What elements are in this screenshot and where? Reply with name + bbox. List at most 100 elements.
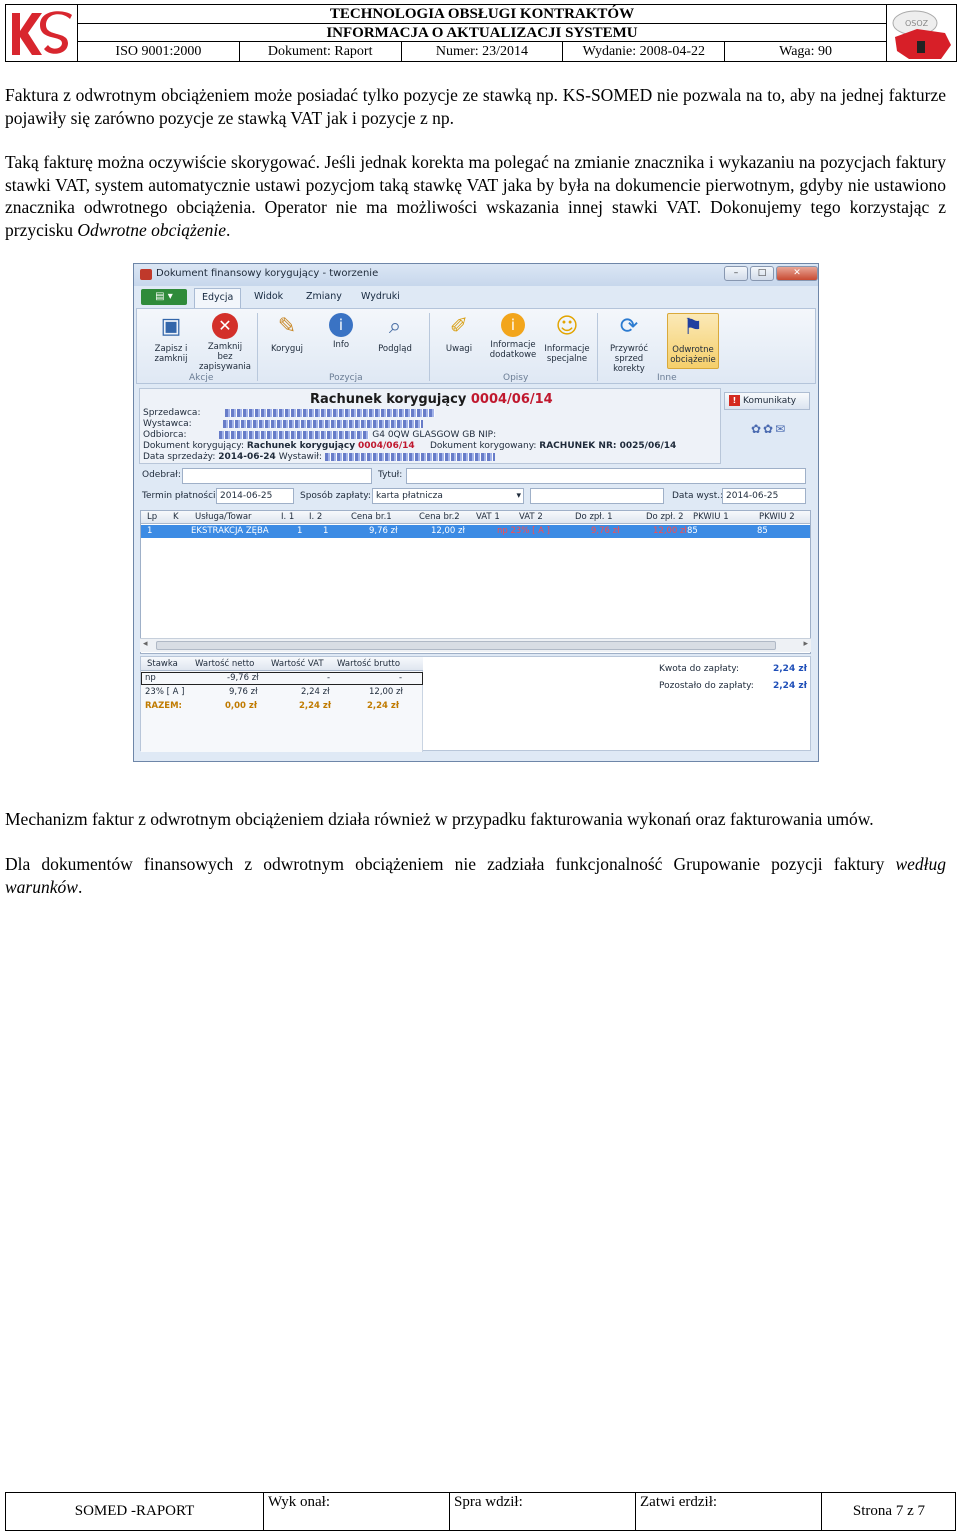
col-lp[interactable]: Lp <box>147 511 157 524</box>
col-service[interactable]: Usługa/Towar <box>195 511 252 524</box>
close-without-save-label: Zamknij bez zapisywania <box>199 342 252 372</box>
cell-pay1: 9,76 zł <box>591 526 620 536</box>
close-without-save-button[interactable]: ✕ Zamknij bez zapisywania <box>199 313 252 372</box>
amount-due-value: 2,24 zł <box>773 664 807 674</box>
cell-price1: 9,76 zł <box>369 526 398 536</box>
corrective-doc-row: Dokument korygujący: Rachunek korygujący… <box>143 441 415 451</box>
paragraph-3: Mechanizm faktur z odwrotnym obciążeniem… <box>5 809 874 829</box>
notes-button[interactable]: ✐ Uwagi <box>433 313 485 369</box>
col-vat1[interactable]: VAT 1 <box>476 511 500 524</box>
close-icon[interactable]: ✕ <box>776 266 818 281</box>
save-icon: ▣ <box>160 314 182 339</box>
header-waga: Waga: 90 <box>779 44 833 59</box>
vat-sum-gross: 2,24 zł <box>367 701 400 711</box>
payment-extra-input[interactable] <box>530 488 664 504</box>
sale-date-value: 2014-06-24 <box>218 452 276 462</box>
issue-date-input[interactable]: 2014-06-25 <box>722 488 806 504</box>
invoice-window-screenshot: Dokument finansowy korygujący - tworzeni… <box>133 263 819 762</box>
toolbar-mini-icons[interactable]: ✿✿✉ <box>751 422 787 436</box>
special-info-button[interactable]: ☺ Informacje specjalne <box>541 313 593 369</box>
messages-label: Komunikaty <box>743 396 797 406</box>
vat-row2-vat: 2,24 zł <box>301 687 330 697</box>
scroll-right-icon[interactable]: ▸ <box>803 639 808 649</box>
col-price1[interactable]: Cena br.1 <box>351 511 392 524</box>
corrected-doc-value: RACHUNEK NR: 0025/06/14 <box>539 441 677 451</box>
horizontal-scrollbar[interactable]: ◂ ▸ <box>140 638 811 652</box>
preview-button[interactable]: ⌕ Podgląd <box>369 313 421 369</box>
paragraph-4-text: Dla dokumentów finansowych z odwrotnym o… <box>5 854 896 874</box>
cell-lp: 1 <box>147 526 153 536</box>
cell-vat1: np 23% [ A ] <box>497 526 550 536</box>
vat-row1-rate: np <box>145 673 156 683</box>
vat-selected-row[interactable] <box>141 672 423 685</box>
remaining-due-label: Pozostało do zapłaty: <box>659 681 754 691</box>
payment-method-select[interactable]: karta płatnicza ▾ <box>372 488 524 504</box>
cell-pkwiu2: 85 <box>757 526 768 536</box>
messages-button[interactable]: ! Komunikaty <box>724 392 810 410</box>
col-pkwiu2[interactable]: PKWIU 2 <box>759 511 795 524</box>
save-close-button[interactable]: ▣ Zapisz i zamknij <box>145 313 197 369</box>
footer-approved-by: Zatwi erdził: <box>636 1493 822 1530</box>
title-label: Tytuł: <box>378 470 403 480</box>
correct-label: Koryguj <box>270 344 304 354</box>
payment-due-input[interactable]: 2014-06-25 <box>216 488 294 504</box>
col-qty1[interactable]: I. 1 <box>281 511 294 524</box>
header-iso: ISO 9001:2000 <box>78 42 240 61</box>
corrected-doc-label: Dokument korygowany: <box>430 441 537 451</box>
additional-info-button[interactable]: i Informacje dodatkowe <box>487 313 539 369</box>
alert-icon: ! <box>729 395 740 406</box>
remaining-due-value: 2,24 zł <box>773 681 807 691</box>
vat-row2-gross: 12,00 zł <box>369 687 403 697</box>
menu-widok[interactable]: Widok <box>254 291 283 302</box>
paragraph-2-end: . <box>225 219 231 240</box>
issued-by-label: Wystawił: <box>278 452 322 462</box>
additional-info-label: Informacje dodatkowe <box>489 340 537 360</box>
maximize-icon[interactable]: □ <box>750 266 774 281</box>
col-vat2[interactable]: VAT 2 <box>519 511 543 524</box>
reverse-charge-button[interactable]: ⚑ Odwrotne obciążenie <box>667 313 719 369</box>
eu-flag-icon: ⚑ <box>683 315 703 340</box>
header-numer: Numer: 23/2014 <box>402 42 564 61</box>
vat-row1-net: -9,76 zł <box>227 673 259 683</box>
vat-summary-table: Stawka Wartość netto Wartość VAT Wartość… <box>141 657 423 752</box>
vat-col-rate: Stawka <box>147 659 178 669</box>
restore-before-correction-button[interactable]: ⟳ Przywróć sprzed korekty <box>603 313 655 374</box>
table-row[interactable]: 1 EKSTRAKCJA ZĘBA 1 1 9,76 zł 12,00 zł n… <box>141 525 810 538</box>
minimize-icon[interactable]: – <box>724 266 748 281</box>
vat-col-vat: Wartość VAT <box>271 659 324 669</box>
col-pay1[interactable]: Do zpł. 1 <box>575 511 613 524</box>
correct-button[interactable]: ✎ Koryguj <box>261 313 313 369</box>
vat-sum-label: RAZEM: <box>145 701 182 711</box>
notes-label: Uwagi <box>445 344 473 354</box>
buyer-row: Odbiorca: G4 0QW GLASGOW GB NIP: <box>143 430 496 440</box>
col-pay2[interactable]: Do zpł. 2 <box>646 511 684 524</box>
footer-checked-by: Spra wdził: <box>450 1493 636 1530</box>
document-footer: SOMED -RAPORT Wyk onał: Spra wdził: Zatw… <box>5 1492 956 1531</box>
received-by-input[interactable] <box>182 468 372 484</box>
menu-wydruki[interactable]: Wydruki <box>361 291 400 302</box>
corrective-doc-label: Dokument korygujący: <box>143 441 244 451</box>
col-qty2[interactable]: I. 2 <box>309 511 322 524</box>
cell-qty1: 1 <box>297 526 303 536</box>
paragraph-4-end: . <box>77 876 83 897</box>
ribbon-separator <box>597 313 598 381</box>
summary-panel: Stawka Wartość netto Wartość VAT Wartość… <box>140 656 811 752</box>
app-menu-icon[interactable]: ▤ ▾ <box>141 289 187 305</box>
title-input[interactable] <box>406 468 806 484</box>
received-by-label: Odebrał: <box>142 470 181 480</box>
menu-zmiany[interactable]: Zmiany <box>306 291 342 302</box>
col-pkwiu1[interactable]: PKWIU 1 <box>693 511 729 524</box>
smiley-icon: ☺ <box>555 314 579 339</box>
scroll-thumb[interactable] <box>156 641 776 650</box>
cell-qty2: 1 <box>323 526 329 536</box>
chevron-down-icon[interactable]: ▾ <box>516 489 521 503</box>
scroll-left-icon[interactable]: ◂ <box>143 639 148 649</box>
menu-edycja[interactable]: Edycja <box>194 288 242 308</box>
pencil-check-icon: ✎ <box>277 314 297 339</box>
document-title: Rachunek korygujący 0004/06/14 <box>310 392 553 407</box>
info-button[interactable]: i Info <box>315 313 367 369</box>
info-icon: i <box>329 313 353 337</box>
col-k[interactable]: K <box>173 511 179 524</box>
footer-page-number: Strona 7 z 7 <box>852 1503 925 1519</box>
col-price2[interactable]: Cena br.2 <box>419 511 460 524</box>
